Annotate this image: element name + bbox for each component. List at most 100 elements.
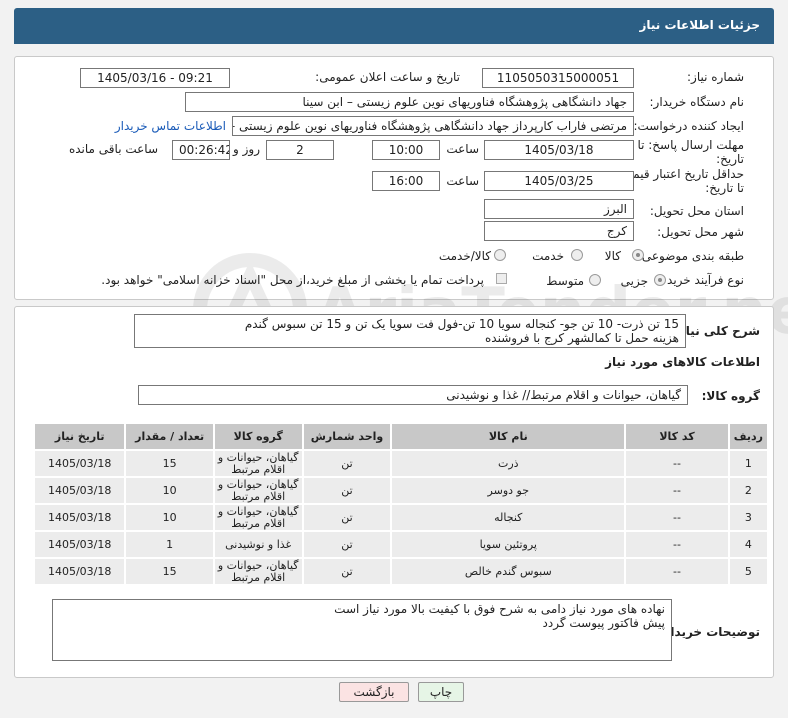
min-validity-label: حداقل تاریخ اعتبار قیمت: [617, 167, 744, 181]
cell-date: 1405/03/18 [32, 557, 127, 586]
category-radio-goods-service[interactable] [494, 249, 506, 261]
category-option-goods: کالا [604, 249, 621, 263]
remaining-time-label: ساعت باقی مانده [68, 142, 158, 156]
min-validity-date-label: تا تاریخ: [705, 181, 744, 195]
cell-unit: تن [301, 503, 393, 532]
page-title: جزئیات اطلاعات نیاز [639, 18, 760, 32]
table-row: 3 -- کنجاله تن گیاهان، حیوانات و اقلام مر… [32, 503, 770, 532]
col-date: تاریخ نیاز [32, 422, 127, 451]
cell-group: غذا و نوشیدنی [212, 530, 304, 559]
cell-row: 1 [727, 449, 770, 478]
goods-table: ردیف کد کالا نام کالا واحد شمارش گروه کا… [32, 422, 770, 586]
col-row: ردیف [727, 422, 770, 451]
deadline-time-label: ساعت [446, 142, 479, 156]
buyer-notes-line-2: پیش فاکتور پیوست گردد [542, 616, 665, 630]
cell-date: 1405/03/18 [32, 449, 127, 478]
need-number-field: 1105050315000051 [482, 68, 634, 88]
cell-code: -- [624, 476, 730, 505]
city-label: شهر محل تحویل: [657, 225, 744, 239]
process-radio-minor[interactable] [654, 274, 666, 286]
table-row: 4 -- پروتئین سویا تن غذا و نوشیدنی 1 140… [32, 530, 770, 559]
col-group: گروه کالا [212, 422, 304, 451]
cell-name: جو دوسر [390, 476, 627, 505]
cell-name: کنجاله [390, 503, 627, 532]
goods-group-field: گیاهان، حیوانات و اقلام مرتبط// غذا و نو… [138, 385, 688, 405]
table-row: 1 -- ذرت تن گیاهان، حیوانات و اقلام مرتبط… [32, 449, 770, 478]
goods-section-title: اطلاعات کالاهای مورد نیاز [605, 355, 760, 369]
announce-date-label: تاریخ و ساعت اعلان عمومی: [315, 70, 460, 84]
province-field: البرز [484, 199, 634, 219]
deadline-time-field: 10:00 [372, 140, 440, 160]
process-label: نوع فرآیند خرید : [659, 273, 744, 287]
days-field: 2 [266, 140, 334, 160]
need-number-label: شماره نیاز: [687, 70, 744, 84]
buyer-notes-line-1: نهاده های مورد نیاز دامی به شرح فوق با ک… [334, 602, 665, 616]
page-header: جزئیات اطلاعات نیاز [14, 8, 774, 44]
cell-qty: 15 [124, 449, 215, 478]
cell-code: -- [624, 503, 730, 532]
cell-date: 1405/03/18 [32, 503, 127, 532]
province-label: استان محل تحویل: [649, 204, 744, 218]
cell-code: -- [624, 449, 730, 478]
treasury-checkbox[interactable] [496, 273, 507, 284]
table-row: 2 -- جو دوسر تن گیاهان، حیوانات و اقلام م… [32, 476, 770, 505]
validity-time-label: ساعت [446, 174, 479, 188]
process-option-medium: متوسط [546, 274, 584, 288]
cell-group: گیاهان، حیوانات و اقلام مرتبط [212, 449, 304, 478]
col-qty: تعداد / مقدار [124, 422, 215, 451]
description-line-2: هزینه حمل تا کمالشهر کرج با فروشنده [485, 331, 679, 345]
goods-group-label: گروه کالا: [701, 389, 760, 403]
validity-time-field: 16:00 [372, 171, 440, 191]
table-row: 5 -- سبوس گندم خالص تن گیاهان، حیوانات و… [32, 557, 770, 586]
cell-code: -- [624, 530, 730, 559]
deadline-date-field: 1405/03/18 [484, 140, 634, 160]
cell-group: گیاهان، حیوانات و اقلام مرتبط [212, 557, 304, 586]
announce-date-field: 1405/03/16 - 09:21 [80, 68, 230, 88]
print-button[interactable]: چاپ [418, 682, 464, 702]
creator-label: ایجاد کننده درخواست: [633, 119, 744, 133]
back-button[interactable]: بازگشت [339, 682, 409, 702]
cell-unit: تن [301, 530, 393, 559]
category-label: طبقه بندی موضوعی: [637, 249, 744, 263]
cell-name: ذرت [390, 449, 627, 478]
buyer-notes-text: نهاده های مورد نیاز دامی به شرح فوق با ک… [52, 599, 672, 661]
col-code: کد کالا [624, 422, 730, 451]
days-label: روز و [233, 142, 260, 156]
cell-date: 1405/03/18 [32, 530, 127, 559]
cell-name: پروتئین سویا [390, 530, 627, 559]
payment-note: پرداخت تمام یا بخشی از مبلغ خرید،از محل … [101, 273, 484, 287]
category-radio-goods[interactable] [632, 249, 644, 261]
deadline-date-label: تاریخ: [716, 152, 744, 166]
buyer-label: نام دستگاه خریدار: [649, 95, 745, 109]
cell-qty: 15 [124, 557, 215, 586]
cell-qty: 1 [124, 530, 215, 559]
cell-row: 3 [727, 503, 770, 532]
cell-group: گیاهان، حیوانات و اقلام مرتبط [212, 503, 304, 532]
goods-table-header: ردیف کد کالا نام کالا واحد شمارش گروه کا… [32, 422, 770, 451]
cell-date: 1405/03/18 [32, 476, 127, 505]
cell-unit: تن [301, 476, 393, 505]
cell-qty: 10 [124, 476, 215, 505]
process-option-minor: جزیی [620, 274, 648, 288]
cell-code: -- [624, 557, 730, 586]
buyer-contact-link[interactable]: اطلاعات تماس خریدار [115, 119, 226, 133]
cell-row: 5 [727, 557, 770, 586]
category-option-goods-service: کالا/خدمت [438, 249, 491, 263]
category-radio-service[interactable] [571, 249, 583, 261]
cell-name: سبوس گندم خالص [390, 557, 627, 586]
col-name: نام کالا [390, 422, 627, 451]
cell-group: گیاهان، حیوانات و اقلام مرتبط [212, 476, 304, 505]
cell-row: 4 [727, 530, 770, 559]
description-label: شرح کلی نیاز: [674, 324, 760, 338]
city-field: کرج [484, 221, 634, 241]
buyer-notes-label: توضیحات خریدار: [658, 625, 760, 639]
cell-unit: تن [301, 557, 393, 586]
cell-unit: تن [301, 449, 393, 478]
cell-qty: 10 [124, 503, 215, 532]
deadline-label: مهلت ارسال پاسخ: تا [637, 138, 744, 152]
col-unit: واحد شمارش [301, 422, 393, 451]
process-radio-medium[interactable] [589, 274, 601, 286]
buyer-field: جهاد دانشگاهی پژوهشگاه فناوریهای نوین عل… [185, 92, 634, 112]
creator-field: مرتضی فاراب کارپرداز جهاد دانشگاهی پژوهش… [232, 116, 634, 136]
description-text: 15 تن ذرت- 10 تن جو- کنجاله سویا 10 تن-ف… [134, 314, 686, 348]
